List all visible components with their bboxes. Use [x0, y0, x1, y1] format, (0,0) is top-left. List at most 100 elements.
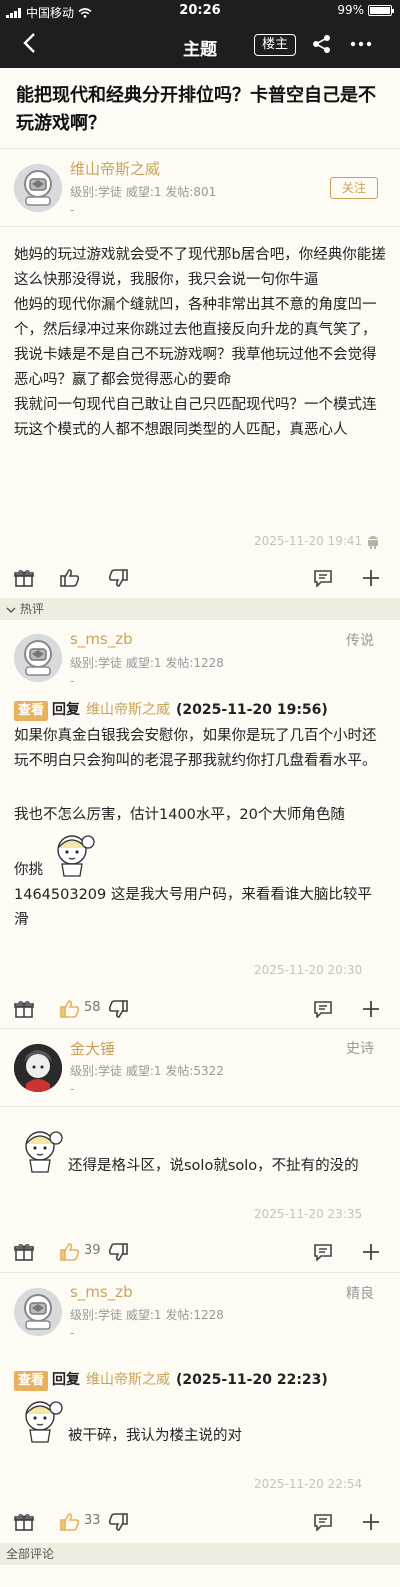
comment-text: 我也不怎么厉害，估计1400水平，20个大师角色随: [14, 807, 345, 823]
comment-timestamp: 2025-11-20 20:30: [254, 963, 363, 977]
post-action-row: [0, 563, 400, 593]
share-button[interactable]: [312, 34, 332, 58]
thumbs-down-icon: [108, 1000, 128, 1018]
android-icon: [368, 536, 378, 549]
add-button[interactable]: [362, 1243, 380, 1265]
gift-button[interactable]: [14, 1243, 34, 1265]
thumbs-up-icon: [60, 1513, 80, 1531]
gift-icon: [14, 1244, 34, 1261]
battery-group: 99%: [337, 3, 394, 17]
default-avatar-icon: [14, 634, 62, 682]
more-dots-icon: [350, 41, 372, 47]
plus-icon: [363, 1514, 379, 1530]
comment-meta: 级别:学徒 威望:1 发帖:1228: [70, 1308, 224, 1322]
comment-username[interactable]: 金大锤: [70, 1038, 115, 1059]
comment-icon: [314, 1514, 332, 1532]
like-count: 39: [84, 1243, 101, 1258]
reply-header: 查看 回复 维山帝斯之威 (2025-11-20 19:56): [14, 700, 328, 721]
hot-comments-label: 热评: [19, 602, 44, 616]
dislike-button[interactable]: [108, 1243, 128, 1265]
comment-text: 1464503209 这是我大号用户码，来看看谁大脑比较平滑: [14, 887, 372, 928]
reply-header: 查看 回复 维山帝斯之威 (2025-11-20 22:23): [14, 1370, 328, 1391]
comment-text: 如果你真金白银我会安慰你，如果你是玩了几百个小时还玩不明白只会狗叫的老混子那我就…: [14, 728, 377, 769]
hot-comments-header: 热评: [0, 598, 400, 620]
add-button[interactable]: [362, 1000, 380, 1022]
comment-meta: 级别:学徒 威望:1 发帖:1228: [70, 656, 224, 670]
comment-action-row: 58: [0, 994, 400, 1024]
battery-percent: 99%: [337, 3, 364, 17]
thumbs-up-icon: [60, 1000, 80, 1018]
like-button[interactable]: [60, 1513, 80, 1535]
post-paragraph: 他妈的现代你漏个缝就凹，各种非常出其不意的角度凹一个，然后绿冲过来你跳过去他直接…: [14, 297, 377, 388]
dislike-button[interactable]: [108, 1513, 128, 1535]
reply-target-user[interactable]: 维山帝斯之威: [86, 702, 170, 718]
default-avatar-icon: [14, 164, 62, 212]
add-button[interactable]: [362, 569, 380, 591]
comment-icon: [314, 570, 332, 588]
thumbs-up-icon: [60, 1243, 80, 1261]
all-comments-label: 全部评论: [6, 1547, 55, 1561]
nav-bar: 主题 楼主: [0, 22, 400, 68]
more-button[interactable]: [350, 28, 372, 64]
view-reply-button[interactable]: 查看: [14, 1371, 49, 1391]
comment-text: 你挑: [14, 862, 43, 878]
share-icon: [313, 35, 330, 53]
comment-icon: [314, 1001, 332, 1019]
comment-username[interactable]: s_ms_zb: [70, 1283, 133, 1301]
thumbs-up-icon: [60, 569, 80, 587]
comment-rank: 传说: [346, 633, 374, 649]
avatar[interactable]: [14, 1288, 62, 1336]
comment-rank: 精良: [346, 1286, 374, 1302]
thumbs-down-icon: [108, 1243, 128, 1261]
avatar[interactable]: [14, 634, 62, 682]
like-button[interactable]: [60, 1243, 80, 1265]
divider: [0, 226, 400, 227]
gift-button[interactable]: [14, 1000, 34, 1022]
avatar[interactable]: [14, 164, 62, 212]
reply-target-time: (2025-11-20 22:23): [176, 1372, 328, 1388]
reply-target-user[interactable]: 维山帝斯之威: [86, 1372, 170, 1388]
divider: [0, 1028, 400, 1029]
author-signature: -: [70, 203, 75, 217]
add-button[interactable]: [362, 1513, 380, 1535]
gift-button[interactable]: [14, 569, 34, 591]
comment-icon: [314, 1244, 332, 1262]
comment-username[interactable]: s_ms_zb: [70, 630, 133, 648]
comment-button[interactable]: [314, 1243, 332, 1265]
anime-sticker-icon: [57, 835, 95, 877]
thumbs-down-icon: [108, 1513, 128, 1531]
post-title: 能把现代和经典分开排位吗？卡普空自己是不玩游戏啊？: [16, 85, 376, 134]
like-button[interactable]: [60, 569, 80, 591]
comment-button[interactable]: [314, 1513, 332, 1535]
view-reply-button[interactable]: 查看: [14, 701, 49, 721]
reply-target-time: (2025-11-20 19:56): [176, 702, 328, 718]
nav-title: 主题: [183, 40, 217, 60]
post-paragraph: 我就问一句现代自己敢让自己只匹配现代吗？一个模式连玩这个模式的人都不想跟同类型的…: [14, 397, 377, 438]
post-paragraph: 她妈的玩过游戏就会受不了现代那b居合吧，你经典你能搓这么快那没得说，我服你，我只…: [14, 247, 386, 288]
plus-icon: [363, 1001, 379, 1017]
user-avatar-icon: [14, 1044, 62, 1092]
dislike-button[interactable]: [108, 569, 128, 591]
owner-only-button[interactable]: 楼主: [254, 34, 296, 56]
comment-timestamp: 2025-11-20 23:35: [254, 1207, 363, 1221]
gift-button[interactable]: [14, 1513, 34, 1535]
avatar[interactable]: [14, 1044, 62, 1092]
comment-button[interactable]: [314, 1000, 332, 1022]
comment-rank: 史诗: [346, 1041, 374, 1057]
author-name[interactable]: 维山帝斯之威: [70, 158, 160, 179]
plus-icon: [363, 1244, 379, 1260]
comment-signature: -: [70, 1082, 75, 1096]
like-button[interactable]: [60, 1000, 80, 1022]
comment-signature: -: [70, 674, 75, 688]
dislike-button[interactable]: [108, 1000, 128, 1022]
thumbs-down-icon: [108, 569, 128, 587]
comment-button[interactable]: [314, 569, 332, 591]
comment-text: 被干碎，我认为楼主说的对: [68, 1428, 242, 1444]
author-meta: 级别:学徒 威望:1 发帖:801: [70, 185, 217, 199]
comment-action-row: 33: [0, 1507, 400, 1537]
plus-icon: [363, 570, 379, 586]
follow-button[interactable]: 关注: [330, 177, 378, 199]
reply-label: 回复: [52, 1372, 81, 1388]
divider: [0, 1106, 400, 1107]
like-count: 33: [84, 1513, 101, 1528]
